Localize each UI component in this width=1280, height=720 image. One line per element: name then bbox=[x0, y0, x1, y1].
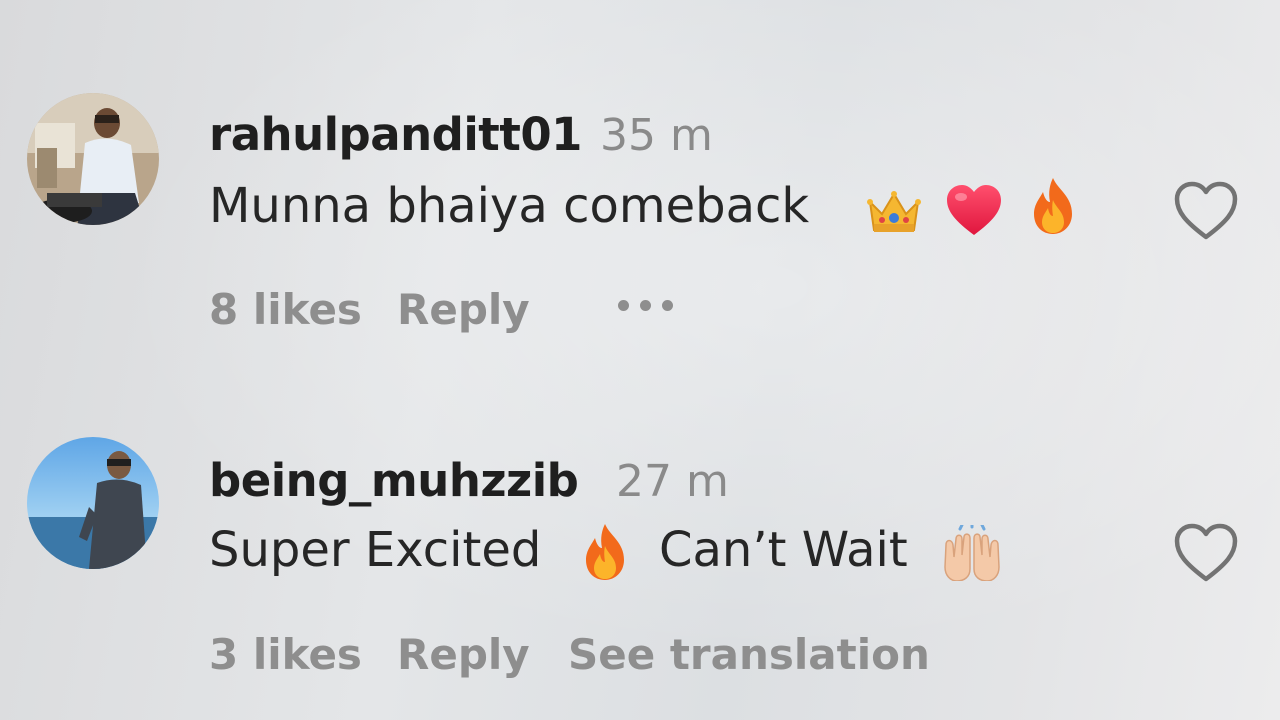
red-heart-icon bbox=[947, 185, 1001, 235]
comment-text: Munna bhaiya comeback bbox=[209, 178, 810, 234]
blurred-reflection bbox=[150, 676, 940, 720]
fire-icon bbox=[586, 524, 624, 580]
raising-hands-icon bbox=[944, 525, 1000, 581]
reply-button[interactable]: Reply bbox=[397, 285, 530, 334]
username[interactable]: rahulpanditt01 bbox=[209, 108, 582, 161]
comment-item: rahulpanditt01 35 m Munna bhaiya comebac… bbox=[0, 0, 1280, 360]
see-translation-button[interactable]: See translation bbox=[568, 630, 930, 679]
user-avatar[interactable] bbox=[27, 93, 159, 225]
like-heart-icon[interactable] bbox=[1172, 522, 1240, 584]
user-avatar[interactable] bbox=[27, 437, 159, 569]
more-options-icon[interactable] bbox=[618, 300, 673, 311]
comment-text: Super Excited bbox=[209, 522, 542, 578]
comment-timestamp: 27 m bbox=[616, 456, 729, 507]
reply-button[interactable]: Reply bbox=[397, 630, 530, 679]
crown-icon bbox=[867, 191, 921, 232]
likes-count[interactable]: 8 likes bbox=[209, 285, 362, 334]
comment-item: being_muhzzib 27 m Super Excited Can’t W… bbox=[0, 360, 1280, 680]
comment-timestamp: 35 m bbox=[600, 110, 713, 161]
fire-icon bbox=[1034, 178, 1072, 234]
username[interactable]: being_muhzzib bbox=[209, 454, 579, 507]
comment-text: Can’t Wait bbox=[659, 522, 908, 578]
like-heart-icon[interactable] bbox=[1172, 180, 1240, 242]
likes-count[interactable]: 3 likes bbox=[209, 630, 362, 679]
